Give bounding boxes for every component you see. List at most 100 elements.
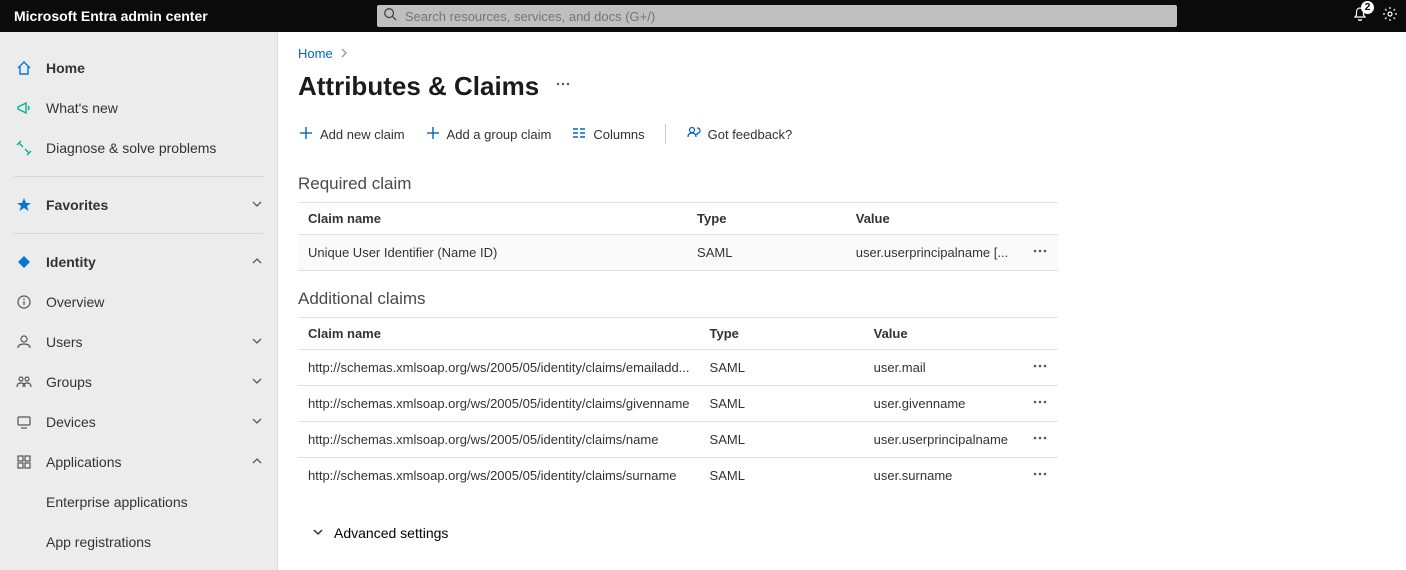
search-input[interactable] [405, 9, 1171, 24]
sidebar-item-diagnose[interactable]: Diagnose & solve problems [0, 128, 277, 168]
identity-icon [14, 252, 34, 272]
sidebar-item-label: Groups [46, 374, 251, 390]
product-title: Microsoft Entra admin center [14, 8, 208, 24]
toolbar-label: Got feedback? [708, 127, 793, 142]
search-box[interactable] [377, 5, 1177, 27]
add-group-claim-button[interactable]: Add a group claim [425, 125, 552, 144]
col-header-name: Claim name [298, 318, 700, 350]
additional-claims-table: Claim name Type Value http://schemas.xml… [298, 317, 1058, 493]
cell-claim-value: user.surname [864, 458, 1018, 494]
more-icon [1032, 434, 1048, 449]
cell-claim-name: http://schemas.xmlsoap.org/ws/2005/05/id… [298, 386, 700, 422]
breadcrumb-home[interactable]: Home [298, 46, 333, 61]
cell-claim-name: http://schemas.xmlsoap.org/ws/2005/05/id… [298, 350, 700, 386]
cell-claim-value: user.userprincipalname [864, 422, 1018, 458]
settings-button[interactable] [1382, 6, 1398, 27]
row-more-button[interactable] [1032, 434, 1048, 449]
toolbar-label: Columns [593, 127, 644, 142]
person-icon [14, 332, 34, 352]
notification-badge: 2 [1361, 1, 1374, 14]
sidebar: Home What's new Diagnose & solve problem… [0, 32, 278, 570]
sidebar-item-enterprise-applications[interactable]: Enterprise applications [0, 482, 277, 522]
sidebar-item-label: Favorites [46, 197, 251, 213]
table-row[interactable]: http://schemas.xmlsoap.org/ws/2005/05/id… [298, 422, 1058, 458]
chevron-down-icon [251, 374, 263, 390]
home-icon [14, 58, 34, 78]
people-icon [14, 372, 34, 392]
row-more-button[interactable] [1032, 398, 1048, 413]
sidebar-item-users[interactable]: Users [0, 322, 277, 362]
cell-claim-type: SAML [700, 422, 864, 458]
sidebar-item-label: Home [46, 60, 263, 76]
row-more-button[interactable] [1032, 247, 1048, 262]
cell-claim-type: SAML [700, 386, 864, 422]
more-icon [1032, 398, 1048, 413]
cell-claim-value: user.mail [864, 350, 1018, 386]
more-icon [1032, 247, 1048, 262]
top-actions: 2 [1352, 6, 1398, 27]
table-row[interactable]: http://schemas.xmlsoap.org/ws/2005/05/id… [298, 350, 1058, 386]
sidebar-item-label: App registrations [46, 534, 263, 550]
table-row[interactable]: http://schemas.xmlsoap.org/ws/2005/05/id… [298, 458, 1058, 494]
table-row[interactable]: Unique User Identifier (Name ID) SAML us… [298, 235, 1058, 271]
feedback-icon [686, 125, 702, 144]
col-header-name: Claim name [298, 203, 687, 235]
add-new-claim-button[interactable]: Add new claim [298, 125, 405, 144]
sidebar-item-app-registrations[interactable]: App registrations [0, 522, 277, 562]
chevron-up-icon [251, 454, 263, 470]
search-icon [383, 7, 405, 26]
cell-claim-name: http://schemas.xmlsoap.org/ws/2005/05/id… [298, 458, 700, 494]
notifications-button[interactable]: 2 [1352, 6, 1368, 27]
toolbar-separator [665, 124, 666, 144]
chevron-down-icon [312, 525, 324, 541]
more-icon [555, 79, 571, 96]
required-claims-table: Claim name Type Value Unique User Identi… [298, 202, 1058, 271]
sidebar-item-applications[interactable]: Applications [0, 442, 277, 482]
sidebar-item-groups[interactable]: Groups [0, 362, 277, 402]
row-more-button[interactable] [1032, 362, 1048, 377]
star-icon [14, 195, 34, 215]
col-header-type: Type [687, 203, 846, 235]
table-row[interactable]: http://schemas.xmlsoap.org/ws/2005/05/id… [298, 386, 1058, 422]
sidebar-item-whats-new[interactable]: What's new [0, 88, 277, 128]
got-feedback-button[interactable]: Got feedback? [686, 125, 793, 144]
more-icon [1032, 362, 1048, 377]
wrench-icon [14, 138, 34, 158]
chevron-down-icon [251, 197, 263, 213]
col-header-value: Value [864, 318, 1018, 350]
chevron-down-icon [251, 334, 263, 350]
top-bar: Microsoft Entra admin center 2 [0, 0, 1406, 32]
columns-button[interactable]: Columns [571, 125, 644, 144]
cell-claim-name: Unique User Identifier (Name ID) [298, 235, 687, 271]
sidebar-item-label: Diagnose & solve problems [46, 140, 263, 156]
sidebar-item-overview[interactable]: Overview [0, 282, 277, 322]
chevron-up-icon [251, 254, 263, 270]
cell-claim-value: user.givenname [864, 386, 1018, 422]
advanced-settings-toggle[interactable]: Advanced settings [298, 525, 1396, 541]
breadcrumb: Home [298, 46, 1396, 61]
apps-icon [14, 452, 34, 472]
sidebar-item-devices[interactable]: Devices [0, 402, 277, 442]
megaphone-icon [14, 98, 34, 118]
cell-claim-type: SAML [687, 235, 846, 271]
sidebar-item-label: Overview [46, 294, 263, 310]
additional-claims-title: Additional claims [298, 289, 1396, 309]
page-title: Attributes & Claims [298, 71, 539, 102]
table-header-row: Claim name Type Value [298, 318, 1058, 350]
page-title-row: Attributes & Claims [298, 71, 1396, 102]
sidebar-item-label: Devices [46, 414, 251, 430]
sidebar-item-favorites[interactable]: Favorites [0, 185, 277, 225]
plus-icon [298, 125, 314, 144]
main-content: Home Attributes & Claims Add new claim A… [278, 32, 1406, 570]
sidebar-item-label: Enterprise applications [46, 494, 263, 510]
cell-claim-name: http://schemas.xmlsoap.org/ws/2005/05/id… [298, 422, 700, 458]
device-icon [14, 412, 34, 432]
col-header-type: Type [700, 318, 864, 350]
table-header-row: Claim name Type Value [298, 203, 1058, 235]
sidebar-item-home[interactable]: Home [0, 48, 277, 88]
row-more-button[interactable] [1032, 470, 1048, 485]
sidebar-item-identity[interactable]: Identity [0, 242, 277, 282]
sidebar-separator [14, 176, 263, 177]
plus-icon [425, 125, 441, 144]
page-title-more-button[interactable] [555, 76, 571, 97]
